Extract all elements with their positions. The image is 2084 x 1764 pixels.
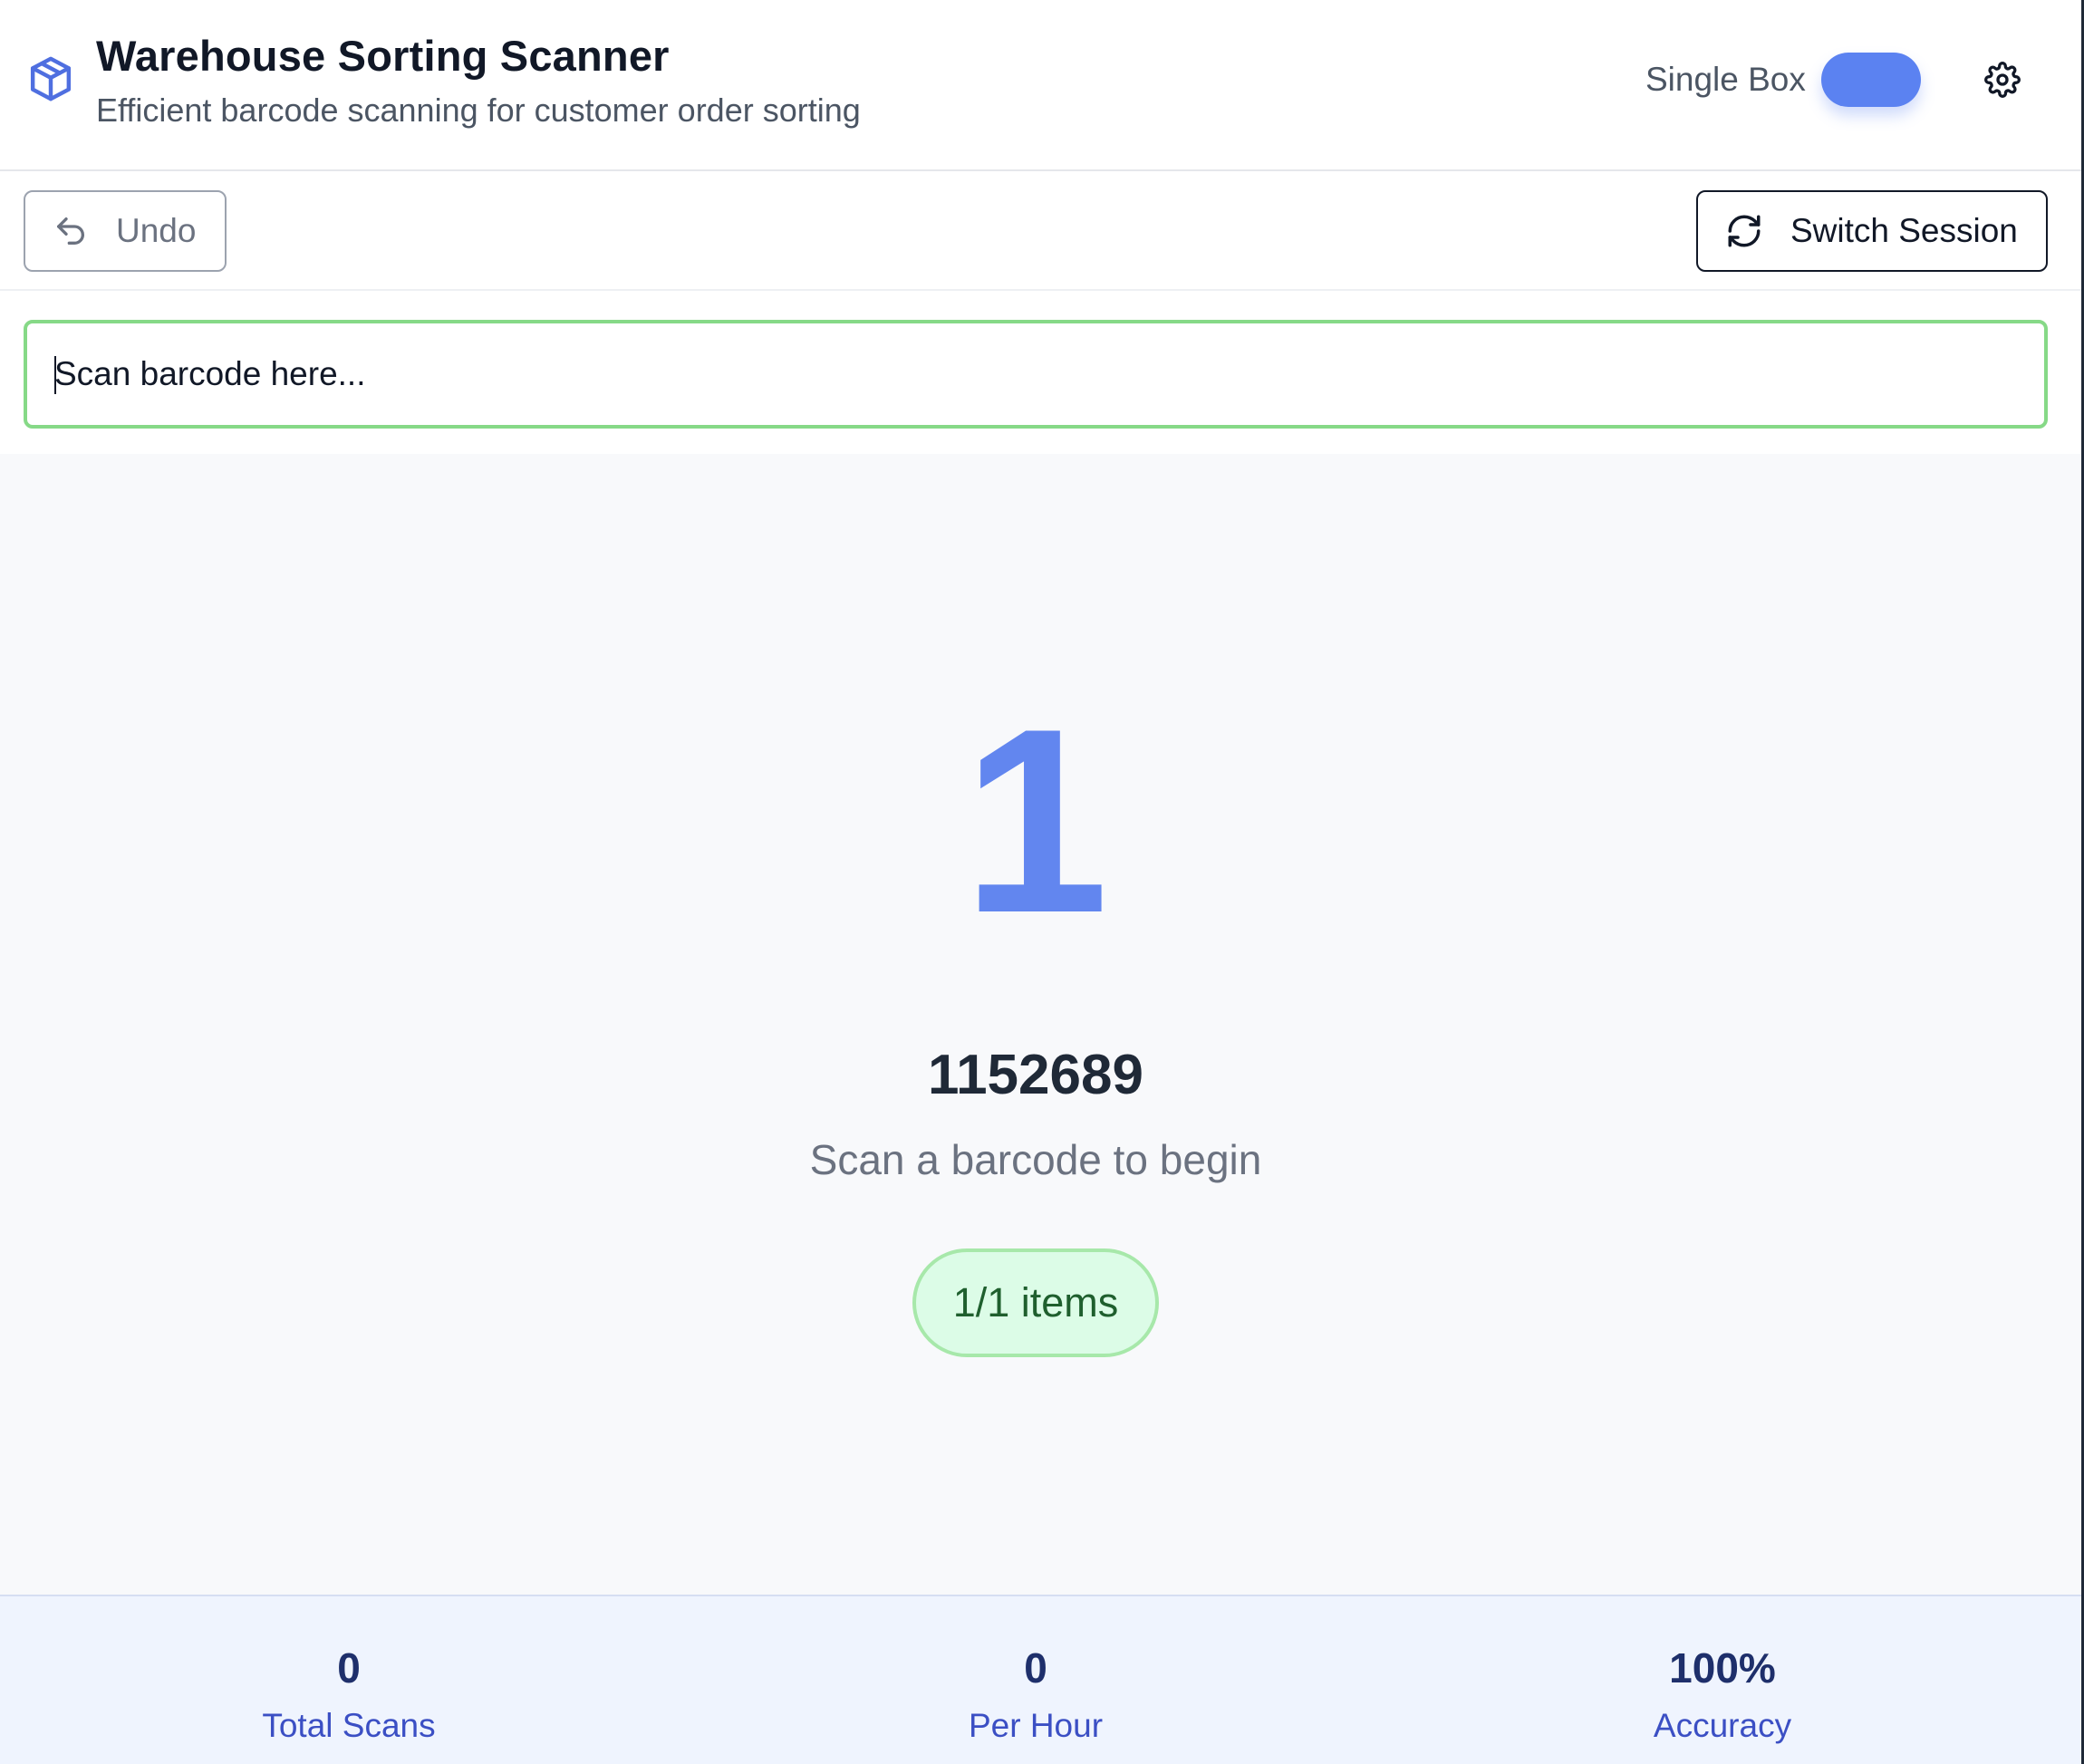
stat-value: 0 (337, 1644, 361, 1692)
stat-total-scans: 0 Total Scans (122, 1596, 575, 1745)
barcode-input[interactable] (24, 320, 2048, 429)
page-subtitle: Efficient barcode scanning for customer … (96, 92, 861, 129)
mode-label: Single Box (1645, 61, 1806, 98)
scan-area (0, 291, 2081, 454)
scan-result-panel: 1 1152689 Scan a barcode to begin 1/1 it… (0, 454, 2081, 1595)
package-icon (30, 56, 72, 101)
page-title: Warehouse Sorting Scanner (96, 32, 670, 80)
toolbar: Undo Switch Session (0, 171, 2081, 291)
scanner-app: Warehouse Sorting Scanner Efficient barc… (0, 0, 2084, 1764)
switch-session-button[interactable]: Switch Session (1696, 190, 2048, 272)
text-caret (54, 356, 56, 394)
stat-label: Accuracy (1653, 1707, 1792, 1744)
single-box-toggle[interactable] (1821, 53, 1921, 107)
app-header: Warehouse Sorting Scanner Efficient barc… (0, 0, 2081, 171)
undo-label: Undo (116, 212, 197, 249)
box-number: 1 (962, 674, 1109, 968)
stat-label: Per Hour (968, 1707, 1104, 1744)
stat-label: Total Scans (262, 1707, 436, 1744)
stat-value: 0 (1024, 1644, 1047, 1692)
stat-per-hour: 0 Per Hour (809, 1596, 1262, 1745)
stat-accuracy: 100% Accuracy (1496, 1596, 1949, 1745)
stats-bar: 0 Total Scans 0 Per Hour 100% Accuracy (0, 1595, 2081, 1764)
gear-icon[interactable] (1984, 62, 2021, 98)
undo-icon (57, 217, 85, 246)
undo-button[interactable]: Undo (24, 190, 227, 272)
items-badge: 1/1 items (912, 1248, 1159, 1357)
refresh-icon (1728, 215, 1761, 247)
switch-session-label: Switch Session (1790, 212, 2018, 249)
scan-prompt: Scan a barcode to begin (809, 1136, 1262, 1183)
order-id: 1152689 (928, 1044, 1143, 1106)
stat-value: 100% (1669, 1644, 1776, 1692)
